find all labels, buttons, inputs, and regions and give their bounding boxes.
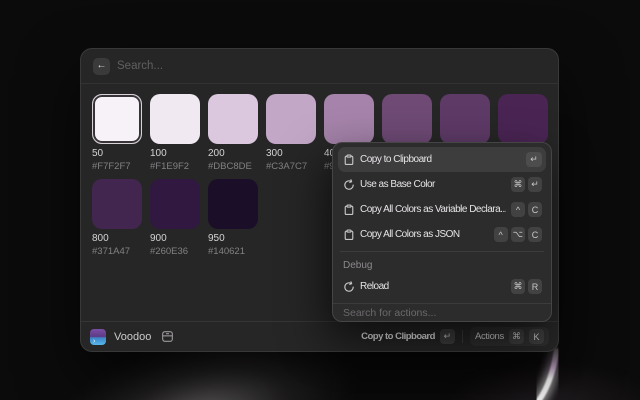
- key-badge: ^: [494, 227, 508, 242]
- swatch-cell: 800 #371A47: [92, 179, 142, 257]
- key-badge: C: [528, 202, 542, 217]
- app-icon: ›: [90, 329, 106, 345]
- footer-separator: [462, 330, 463, 343]
- color-swatch[interactable]: [498, 94, 548, 144]
- swatch-hex: #F7F2F7: [92, 161, 142, 172]
- clipboard-icon: [343, 229, 355, 241]
- menu-item-label: Reload: [360, 281, 506, 292]
- swatch-number: 950: [208, 233, 258, 244]
- actions-button[interactable]: Actions ⌘ K: [470, 327, 549, 346]
- back-button[interactable]: ←: [93, 58, 110, 75]
- menu-section-label: Debug: [338, 256, 546, 274]
- return-key-badge: ↵: [440, 329, 455, 344]
- swatch-hex: #DBC8DE: [208, 161, 258, 172]
- swatch-hex: #C3A7C7: [266, 161, 316, 172]
- swatch-hex: #371A47: [92, 246, 142, 257]
- color-swatch[interactable]: [92, 94, 142, 144]
- swatch-number: 100: [150, 148, 200, 159]
- shortcut-keys: ^C: [511, 202, 542, 217]
- key-badge: ↵: [528, 177, 542, 192]
- color-swatch[interactable]: [266, 94, 316, 144]
- color-swatch[interactable]: [324, 94, 374, 144]
- key-badge: ⌥: [511, 227, 525, 242]
- search-bar: ← Search...: [81, 49, 558, 84]
- key-badge: ↵: [526, 152, 542, 167]
- clipboard-icon: [343, 204, 355, 216]
- key-badge: R: [528, 279, 542, 294]
- swatch-cell: 200 #DBC8DE: [208, 94, 258, 172]
- action-menu: Copy to Clipboard↵Use as Base Color⌘↵Cop…: [332, 142, 552, 322]
- swatch-number: 900: [150, 233, 200, 244]
- color-swatch[interactable]: [440, 94, 490, 144]
- rotate-icon: [343, 179, 355, 191]
- key-badge: ^: [511, 202, 525, 217]
- menu-item[interactable]: Use as Base Color ⌘↵: [338, 172, 546, 197]
- color-swatch[interactable]: [150, 179, 200, 229]
- swatch-cell: 950 #140621: [208, 179, 258, 257]
- color-swatch[interactable]: [92, 179, 142, 229]
- shortcut-keys: ⌘R: [511, 279, 542, 294]
- menu-item[interactable]: Reload ⌘R: [338, 274, 546, 299]
- clipboard-icon: [343, 154, 355, 166]
- swatch-cell: 900 #260E36: [150, 179, 200, 257]
- reload-icon: [343, 281, 355, 293]
- swatch-cell: 100 #F1E9F2: [150, 94, 200, 172]
- shortcut-keys: ^⌥C: [494, 227, 542, 242]
- desktop-background: ← Search... 50 #F7F2F7 100 #F1E9F2 200 #DBC8D…: [0, 0, 640, 400]
- swatch-cell: 50 #F7F2F7: [92, 94, 142, 172]
- swatch-hex: #140621: [208, 246, 258, 257]
- key-badge: C: [528, 227, 542, 242]
- color-swatch[interactable]: [382, 94, 432, 144]
- menu-item[interactable]: Copy to Clipboard ↵: [338, 147, 546, 172]
- k-key-badge: K: [529, 329, 544, 344]
- swatch-cell: 300 #C3A7C7: [266, 94, 316, 172]
- key-badge: ⌘: [511, 279, 525, 294]
- menu-item-label: Copy to Clipboard: [360, 154, 521, 165]
- swatch-number: 800: [92, 233, 142, 244]
- color-swatch[interactable]: [208, 179, 258, 229]
- shortcut-keys: ⌘↵: [511, 177, 542, 192]
- swatch-hex: #260E36: [150, 246, 200, 257]
- swatch-number: 200: [208, 148, 258, 159]
- cmd-key-badge: ⌘: [509, 329, 524, 344]
- swatch-hex: #F1E9F2: [150, 161, 200, 172]
- color-swatch[interactable]: [208, 94, 258, 144]
- menu-divider: [340, 251, 544, 252]
- swatch-number: 50: [92, 148, 142, 159]
- key-badge: ⌘: [511, 177, 525, 192]
- shortcut-keys: ↵: [526, 152, 542, 167]
- color-swatch[interactable]: [150, 94, 200, 144]
- primary-action-label[interactable]: Copy to Clipboard: [361, 331, 435, 342]
- menu-item[interactable]: Copy All Colors as JSON ^⌥C: [338, 222, 546, 247]
- swatch-number: 300: [266, 148, 316, 159]
- action-search-input[interactable]: Search for actions...: [333, 303, 551, 321]
- status-bar: › Voodoo Copy to Clipboard ↵ Actions ⌘ K: [81, 321, 558, 351]
- search-input[interactable]: Search...: [117, 60, 163, 72]
- save-icon[interactable]: [161, 330, 174, 343]
- menu-item-label: Copy All Colors as JSON: [360, 229, 489, 240]
- menu-item-label: Copy All Colors as Variable Declara...: [360, 204, 506, 215]
- menu-item[interactable]: Copy All Colors as Variable Declara... ^C: [338, 197, 546, 222]
- app-name: Voodoo: [114, 331, 151, 343]
- menu-item-label: Use as Base Color: [360, 179, 506, 190]
